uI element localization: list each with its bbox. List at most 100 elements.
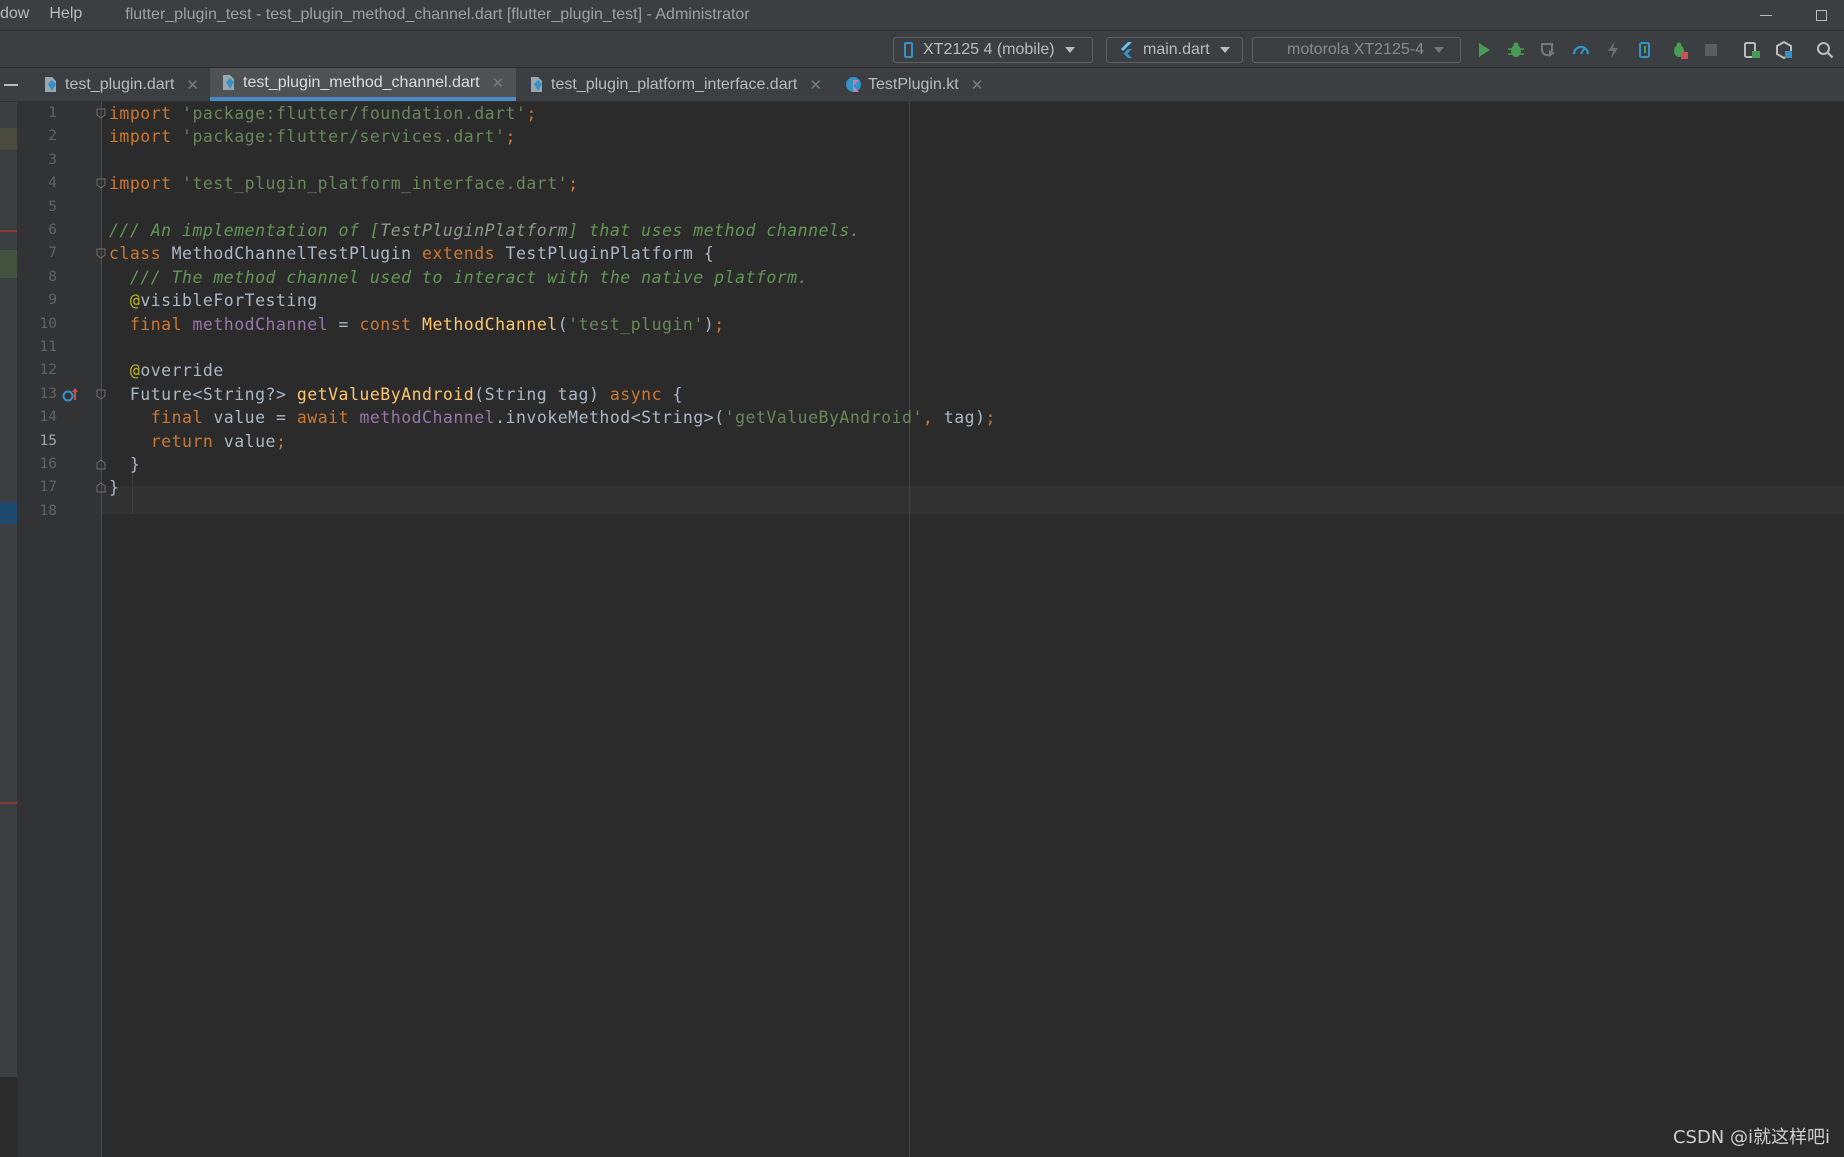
run-button[interactable]	[1473, 39, 1495, 61]
code-token: await	[296, 408, 360, 428]
stop-icon	[1705, 44, 1717, 56]
tab-label: test_plugin_method_channel.dart	[243, 73, 480, 91]
chevron-down-icon	[1433, 47, 1444, 53]
run-config-label: main.dart	[1143, 41, 1210, 58]
maximize-button[interactable]	[1798, 0, 1844, 30]
code-token: }	[109, 455, 141, 474]
code-token: final	[129, 314, 193, 334]
code-token: 'test_plugin_platform_interface.dart'	[182, 174, 569, 194]
debug-button[interactable]	[1505, 39, 1527, 61]
code-token: .invokeMethod<String>(	[495, 408, 725, 428]
menu-bar: dow Help flutter_plugin_test - test_plug…	[0, 0, 1844, 30]
code-token: ] that uses method channels.	[568, 221, 861, 240]
code-editor[interactable]: 1 import 'package:flutter/foundation.dart…	[0, 102, 1844, 1157]
code-token: return	[150, 431, 224, 451]
tab-test-plugin[interactable]: test_plugin.dart ✕	[32, 68, 210, 101]
code-token: )	[703, 314, 715, 334]
code-token: async	[609, 384, 673, 404]
profile-icon	[1541, 43, 1555, 57]
toolbar: XT2125 4 (mobile) main.dart motorola XT2…	[0, 30, 1844, 68]
close-icon[interactable]: ✕	[971, 76, 984, 94]
perf-icon	[1572, 45, 1590, 55]
code-token: MethodChannel	[422, 314, 558, 334]
tab-test-plugin-method-channel[interactable]: test_plugin_method_channel.dart ✕	[210, 68, 516, 101]
fold-icon[interactable]	[96, 459, 106, 470]
close-icon[interactable]: ✕	[492, 74, 505, 92]
fold-icon[interactable]	[96, 108, 106, 119]
tab-label: test_plugin_platform_interface.dart	[551, 75, 798, 93]
debug-attach-button[interactable]	[1668, 39, 1690, 61]
code-token: ;	[526, 104, 537, 123]
watermark: CSDN @i就这样吧i	[1672, 1127, 1830, 1148]
code-token: override	[140, 361, 224, 381]
tab-testplugin-kt[interactable]: TestPlugin.kt ✕	[835, 68, 993, 101]
device-manager-button[interactable]	[1741, 39, 1763, 61]
code-token: TestPluginPlatform	[380, 221, 569, 240]
device-selector-label: XT2125 4 (mobile)	[923, 41, 1055, 58]
hot-reload-button[interactable]	[1602, 39, 1624, 61]
attach-button[interactable]	[1634, 39, 1656, 61]
maximize-icon	[1815, 9, 1827, 21]
code-line[interactable]: 18	[0, 498, 1844, 526]
dart-file-icon	[223, 75, 234, 90]
code-token: extends	[422, 244, 506, 264]
code-token: =	[328, 314, 360, 334]
code-token: final	[150, 408, 214, 428]
dart-file-icon	[45, 77, 56, 92]
fold-icon[interactable]	[96, 389, 106, 400]
stop-button[interactable]	[1700, 39, 1722, 61]
error-marker	[0, 802, 17, 804]
fold-icon[interactable]	[96, 248, 106, 260]
code-token: @	[129, 291, 141, 311]
editor-tab-bar: test_plugin.dart ✕ test_plugin_method_ch…	[0, 68, 1844, 102]
menu-help[interactable]: Help	[42, 0, 89, 30]
code-token: ;	[275, 431, 287, 451]
close-icon[interactable]: ✕	[186, 76, 199, 94]
phone-icon	[904, 42, 913, 58]
code-token: getValueByAndroid	[296, 384, 475, 404]
code-token: methodChannel	[359, 408, 496, 428]
menu-window[interactable]: dow	[0, 0, 36, 30]
performance-button[interactable]	[1570, 39, 1592, 61]
code-token: 'test_plugin'	[568, 314, 704, 334]
code-token: methodChannel	[192, 314, 329, 334]
line-number: 18	[39, 502, 57, 519]
tab-test-plugin-platform-interface[interactable]: test_plugin_platform_interface.dart ✕	[518, 68, 834, 101]
code-token: (String tag)	[474, 384, 610, 404]
run-config-selector[interactable]: main.dart	[1106, 37, 1243, 63]
attach-icon	[1639, 42, 1650, 58]
debug-icon	[1508, 42, 1524, 57]
code-token: ;	[568, 174, 579, 194]
code-token: 'package:flutter/foundation.dart'	[182, 104, 527, 123]
fold-icon[interactable]	[96, 482, 106, 493]
collapse-icon[interactable]	[4, 84, 18, 86]
override-icon[interactable]	[61, 386, 79, 404]
code-token: @	[129, 361, 141, 381]
sdk-manager-icon	[1776, 41, 1792, 59]
minimize-button[interactable]	[1743, 0, 1789, 30]
profile-button[interactable]	[1537, 39, 1559, 61]
target-device-selector[interactable]: motorola XT2125-4	[1252, 37, 1461, 63]
sdk-manager-button[interactable]	[1773, 39, 1795, 61]
code-token: import	[109, 104, 183, 123]
device-manager-icon	[1744, 42, 1760, 58]
tab-label: TestPlugin.kt	[868, 75, 959, 93]
dart-file-icon	[531, 77, 542, 92]
code-token: MethodChannelTestPlugin	[171, 244, 423, 264]
close-icon[interactable]: ✕	[809, 76, 822, 94]
code-token: }	[109, 478, 120, 498]
device-selector[interactable]: XT2125 4 (mobile)	[893, 37, 1093, 63]
code-token: /// The method channel used to interact …	[129, 267, 809, 287]
code-token: 'getValueByAndroid'	[724, 408, 923, 428]
target-device-label: motorola XT2125-4	[1287, 41, 1424, 58]
code-token: /// An implementation of [	[109, 221, 381, 240]
code-token: value	[223, 431, 276, 451]
tab-label: test_plugin.dart	[65, 75, 175, 93]
code-token: import	[109, 174, 183, 194]
fold-icon[interactable]	[96, 178, 106, 189]
search-button[interactable]	[1814, 39, 1836, 61]
search-icon	[1817, 42, 1834, 59]
